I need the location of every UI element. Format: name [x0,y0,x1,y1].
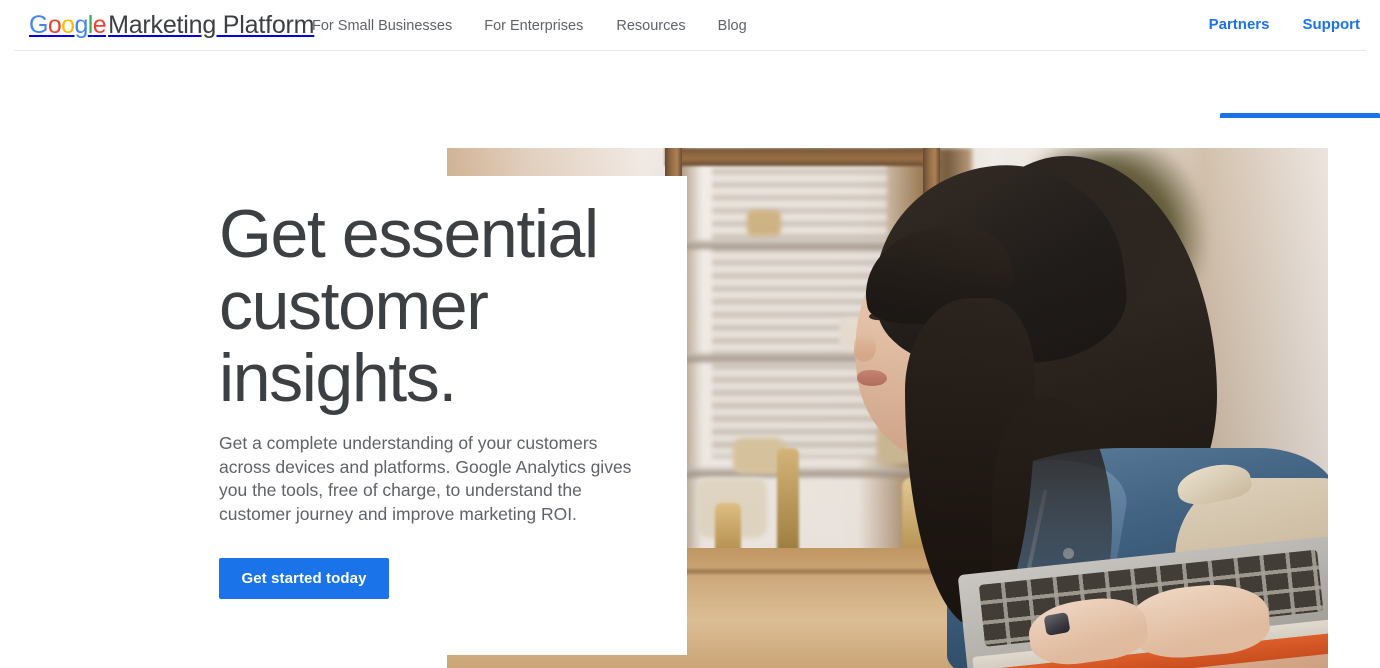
google-logo-letter-1: o [47,11,62,39]
brand-suffix: Marketing Platform [108,11,315,39]
nav-item-resources[interactable]: Resources [616,17,685,35]
person-lips [857,370,887,386]
support-link[interactable]: Support [1303,15,1361,35]
partners-link[interactable]: Partners [1209,15,1270,35]
nav-item-blog[interactable]: Blog [718,17,747,35]
google-logo-letter-3: g [74,11,88,39]
page-root: GoogleMarketing Platform For Small Busin… [0,0,1380,668]
hero-section: Get essential customer insights. Get a c… [0,118,1380,668]
scene-ornament [747,210,781,236]
hero-headline: Get essential customer insights. [219,196,599,416]
product-header: Analytics Overview Benefits Features Sig… [0,51,1380,327]
nav-item-for-enterprises[interactable]: For Enterprises [484,17,583,35]
google-marketing-platform-logo[interactable]: GoogleMarketing Platform [29,10,314,40]
google-logo-letter-5: e [92,11,107,39]
global-nav: For Small Businesses For Enterprises Res… [312,17,747,35]
google-wordmark: Google [29,11,107,39]
get-started-today-hero-button[interactable]: Get started today [219,558,389,599]
hero-subheadline: Get a complete understanding of your cus… [219,433,632,524]
global-nav-right: Partners Support [1209,15,1380,35]
person-ring [1043,612,1071,636]
google-logo-letter-0: G [29,11,48,39]
google-logo-letter-2: o [61,11,75,39]
hero-copy: Get essential customer insights. Get a c… [219,198,689,599]
nav-item-for-small-businesses[interactable]: For Small Businesses [312,17,452,35]
scene-person [777,148,1328,668]
global-header: GoogleMarketing Platform For Small Busin… [0,0,1380,51]
